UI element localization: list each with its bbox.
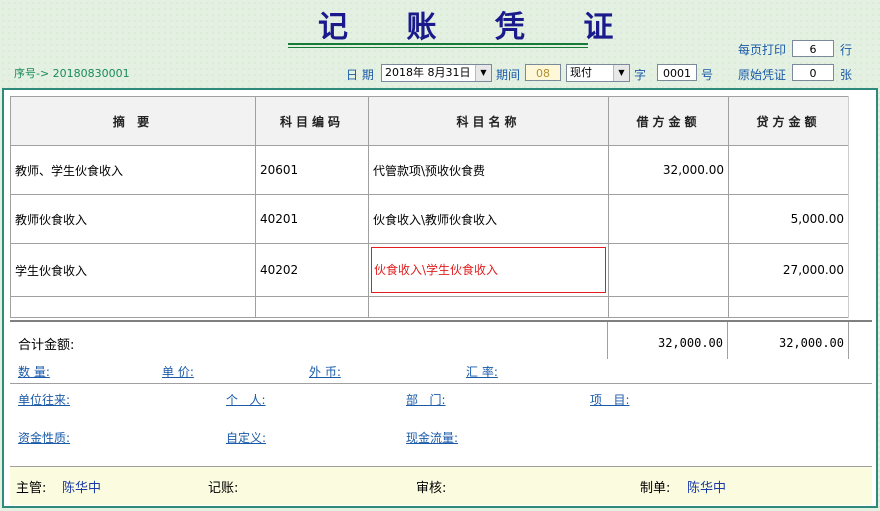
table-row[interactable]: 学生伙食收入 40202 伙食收入\学生伙食收入 27,000.00: [10, 243, 849, 297]
table-row[interactable]: [10, 296, 849, 318]
debit-cell[interactable]: [608, 194, 729, 244]
quantity-row: 数 量: 单 价: 外 币: 汇 率:: [10, 359, 872, 384]
name-cell[interactable]: 伙食收入\学生伙食收入: [368, 243, 609, 297]
debit-cell[interactable]: 32,000.00: [608, 145, 729, 195]
unit-price-link[interactable]: 单 价:: [162, 363, 194, 380]
quantity-link[interactable]: 数 量:: [18, 363, 50, 380]
supervisor-value: 陈华中: [62, 481, 102, 496]
summary-cell[interactable]: 教师伙食收入: [10, 194, 256, 244]
voucher-type-select[interactable]: 现付 ▼: [566, 64, 630, 82]
credit-cell[interactable]: 5,000.00: [728, 194, 849, 244]
name-cell[interactable]: 代管款项\预收伙食费: [368, 145, 609, 195]
code-cell[interactable]: 20601: [255, 145, 369, 195]
total-row: 合计金额: 32,000.00 32,000.00: [10, 320, 872, 361]
credit-cell[interactable]: [728, 296, 849, 318]
name-cell[interactable]: [368, 296, 609, 318]
unit-account-link[interactable]: 单位往来:: [18, 391, 70, 408]
code-cell[interactable]: [255, 296, 369, 318]
chevron-down-icon[interactable]: ▼: [613, 65, 629, 81]
foreign-currency-link[interactable]: 外 币:: [309, 363, 341, 380]
col-name: 科目名称: [368, 96, 609, 146]
per-page-label: 每页打印: [738, 43, 787, 57]
code-cell[interactable]: 40202: [255, 243, 369, 297]
total-debit: 32,000.00: [607, 322, 727, 360]
auditor-label: 审核:: [416, 481, 447, 496]
summary-cell[interactable]: 学生伙食收入: [10, 243, 256, 297]
per-page-unit: 行: [840, 43, 853, 57]
hao-label: 号: [701, 68, 714, 82]
maker-value: 陈华中: [687, 481, 727, 496]
voucher-number-field[interactable]: 0001: [657, 64, 697, 81]
selected-account-name[interactable]: 伙食收入\学生伙食收入: [371, 247, 606, 293]
date-label: 日 期: [346, 68, 374, 82]
per-page-input[interactable]: 6: [792, 40, 834, 57]
cash-flow-link[interactable]: 现金流量:: [406, 429, 458, 446]
total-label: 合计金额:: [18, 338, 75, 353]
credit-cell[interactable]: 27,000.00: [728, 243, 849, 297]
original-voucher-count[interactable]: 0: [792, 64, 834, 81]
chevron-down-icon[interactable]: ▼: [475, 65, 491, 81]
debit-cell[interactable]: [608, 243, 729, 297]
code-cell[interactable]: 40201: [255, 194, 369, 244]
title-underline-2: [288, 47, 588, 48]
original-voucher-label: 原始凭证: [738, 68, 787, 82]
table-header-row: 摘 要 科目编码 科目名称 借方金额 贷方金额: [10, 96, 849, 146]
table-row[interactable]: 教师、学生伙食收入 20601 代管款项\预收伙食费 32,000.00: [10, 145, 849, 195]
maker-label: 制单:: [640, 481, 671, 496]
voucher-title: 记 账 凭 证: [318, 10, 638, 45]
table-row[interactable]: 教师伙食收入 40201 伙食收入\教师伙食收入 5,000.00: [10, 194, 849, 244]
summary-cell[interactable]: 教师、学生伙食收入: [10, 145, 256, 195]
name-cell[interactable]: 伙食收入\教师伙食收入: [368, 194, 609, 244]
date-picker[interactable]: 2018年 8月31日 ▼: [381, 64, 492, 82]
col-summary: 摘 要: [10, 96, 256, 146]
date-value: 2018年 8月31日: [385, 66, 471, 79]
custom-link[interactable]: 自定义:: [226, 429, 266, 446]
serial-number: 序号-> 20180830001: [14, 67, 130, 80]
credit-cell[interactable]: [728, 145, 849, 195]
debit-cell[interactable]: [608, 296, 729, 318]
zi-label: 字: [634, 68, 647, 82]
person-link[interactable]: 个 人:: [226, 391, 266, 408]
exchange-rate-link[interactable]: 汇 率:: [466, 363, 498, 380]
fund-nature-link[interactable]: 资金性质:: [18, 429, 70, 446]
period-field: 08: [525, 64, 561, 81]
signature-footer: 主管: 陈华中 记账: 审核: 制单: 陈华中: [10, 466, 872, 505]
bookkeeper-label: 记账:: [208, 481, 239, 496]
project-link[interactable]: 项 目:: [590, 391, 630, 408]
col-credit: 贷方金额: [728, 96, 849, 146]
vertical-scrollbar[interactable]: [848, 96, 865, 318]
col-debit: 借方金额: [608, 96, 729, 146]
department-link[interactable]: 部 门:: [406, 391, 446, 408]
period-label: 期间: [496, 68, 521, 82]
voucher-type-value: 现付: [570, 66, 592, 79]
summary-cell[interactable]: [10, 296, 256, 318]
title-underline: [288, 43, 588, 45]
total-credit: 32,000.00: [727, 322, 849, 360]
supervisor-label: 主管:: [16, 481, 47, 496]
col-code: 科目编码: [255, 96, 369, 146]
original-voucher-unit: 张: [840, 68, 853, 82]
entry-table: 摘 要 科目编码 科目名称 借方金额 贷方金额 教师、学生伙食收入 20601 …: [10, 96, 849, 318]
